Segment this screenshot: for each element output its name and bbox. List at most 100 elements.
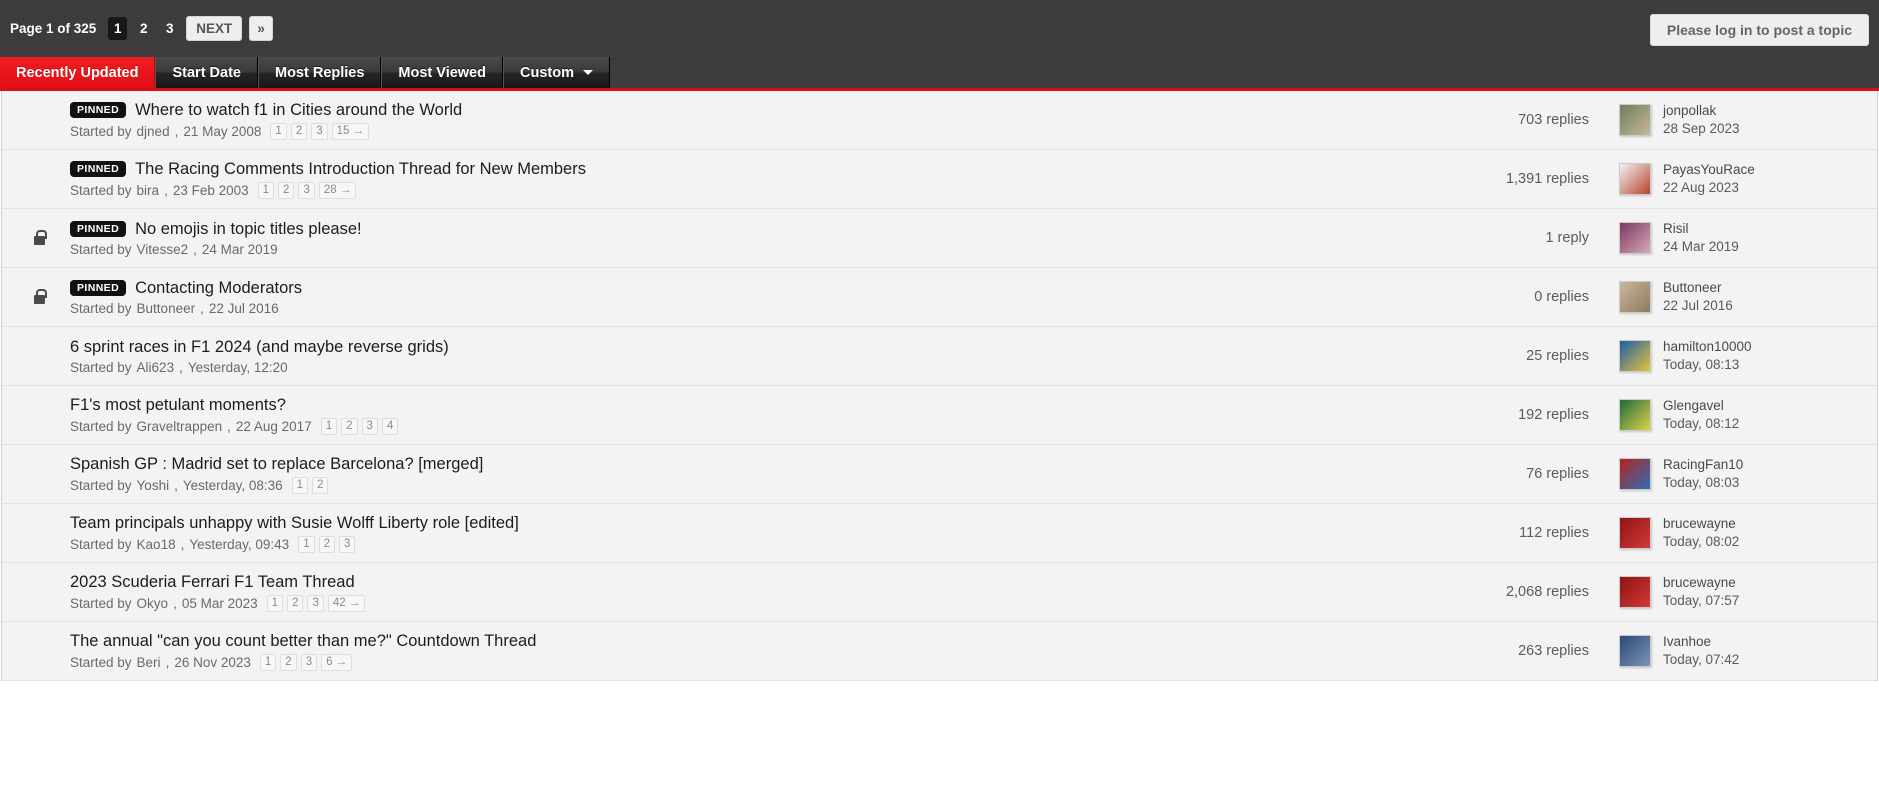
topic-page-link[interactable]: 1	[266, 594, 284, 612]
table-row[interactable]: Spanish GP : Madrid set to replace Barce…	[2, 445, 1877, 504]
started-by-label: Started by	[70, 182, 132, 198]
topic-page-link[interactable]: 3	[339, 535, 356, 553]
last-poster-link[interactable]: PayasYouRace	[1663, 161, 1755, 179]
last-poster-link[interactable]: jonpollak	[1663, 102, 1740, 120]
topic-page-link[interactable]: 3	[298, 181, 315, 199]
table-row[interactable]: PINNED No emojis in topic titles please! S…	[2, 209, 1877, 268]
last-post-date: 28 Sep 2023	[1663, 121, 1740, 136]
topic-page-link[interactable]: 42 →	[327, 594, 366, 612]
topic-author-link[interactable]: Kao18	[137, 537, 176, 552]
topic-page-link[interactable]: 4	[381, 417, 399, 435]
topic-title-link[interactable]: Where to watch f1 in Cities around the W…	[135, 101, 462, 120]
topic-title-link[interactable]: The Racing Comments Introduction Thread …	[135, 160, 586, 179]
tab-most-replies[interactable]: Most Replies	[257, 57, 382, 88]
topic-page-link[interactable]: 1	[320, 417, 338, 435]
tab-custom[interactable]: Custom	[502, 57, 610, 88]
last-poster-link[interactable]: Glengavel	[1663, 397, 1739, 415]
topic-page-link[interactable]: 2	[280, 653, 297, 671]
avatar[interactable]	[1619, 340, 1651, 372]
last-post-column: Ivanhoe Today, 07:42	[1619, 633, 1877, 669]
topic-author-link[interactable]: bira	[137, 183, 160, 198]
page-button-3[interactable]: 3	[160, 17, 179, 40]
topic-page-link[interactable]: 1	[259, 653, 277, 671]
topic-page-link[interactable]: 2	[312, 476, 329, 494]
topic-author-link[interactable]: Okyo	[137, 596, 169, 611]
topic-title-link[interactable]: Contacting Moderators	[135, 279, 302, 298]
page-button-2[interactable]: 2	[134, 17, 153, 40]
last-poster-link[interactable]: Buttoneer	[1663, 279, 1733, 297]
pinned-badge: PINNED	[70, 279, 127, 297]
last-page-button[interactable]: »	[249, 16, 273, 41]
last-poster-link[interactable]: Risil	[1663, 220, 1739, 238]
topic-page-link[interactable]: 1	[257, 181, 275, 199]
login-to-post-button[interactable]: Please log in to post a topic	[1649, 14, 1869, 46]
avatar-image	[1620, 518, 1650, 548]
topic-page-link[interactable]: 2	[287, 594, 304, 612]
tab-recently-updated[interactable]: Recently Updated	[0, 57, 156, 88]
topic-page-link[interactable]: 3	[300, 653, 318, 671]
last-poster-link[interactable]: hamilton10000	[1663, 338, 1752, 356]
table-row[interactable]: PINNED Contacting Moderators Started by But…	[2, 268, 1877, 327]
topic-title-link[interactable]: 6 sprint races in F1 2024 (and maybe rev…	[70, 338, 449, 357]
next-page-button[interactable]: NEXT	[186, 16, 243, 41]
topic-author-link[interactable]: Graveltrappen	[137, 419, 223, 434]
topic-page-link[interactable]: 2	[290, 122, 308, 140]
tab-most-viewed[interactable]: Most Viewed	[381, 57, 503, 88]
topic-page-link[interactable]: 2	[318, 535, 335, 553]
last-poster-link[interactable]: Ivanhoe	[1663, 633, 1739, 651]
topic-title-link[interactable]: No emojis in topic titles please!	[135, 220, 362, 239]
avatar[interactable]	[1619, 399, 1651, 431]
topic-title-link[interactable]: 2023 Scuderia Ferrari F1 Team Thread	[70, 573, 355, 592]
avatar[interactable]	[1619, 458, 1651, 490]
topic-title-link[interactable]: Spanish GP : Madrid set to replace Barce…	[70, 455, 483, 474]
started-by-label: Started by	[70, 418, 132, 434]
meta-separator: ,	[227, 418, 231, 434]
topic-page-link[interactable]: 1	[298, 535, 315, 553]
table-row[interactable]: F1's most petulant moments? Started by Gra…	[2, 386, 1877, 445]
avatar[interactable]	[1619, 576, 1651, 608]
topic-author-link[interactable]: Vitesse2	[137, 242, 189, 257]
table-row[interactable]: PINNED The Racing Comments Introduction T…	[2, 150, 1877, 209]
topic-author-link[interactable]: Buttoneer	[137, 301, 196, 316]
topic-main-column: PINNED The Racing Comments Introduction T…	[68, 160, 1506, 199]
page-count-label: Page 1 of 325	[10, 21, 97, 36]
avatar-image	[1620, 636, 1650, 666]
table-row[interactable]: Team principals unhappy with Susie Wolff…	[2, 504, 1877, 563]
topic-author-link[interactable]: Yoshi	[137, 478, 170, 493]
topic-author-link[interactable]: Beri	[137, 655, 161, 670]
topic-page-link[interactable]: 2	[341, 417, 358, 435]
last-post-column: Glengavel Today, 08:12	[1619, 397, 1877, 433]
topic-title-link[interactable]: The annual "can you count better than me…	[70, 632, 536, 651]
topic-page-link[interactable]: 28 →	[318, 181, 357, 199]
topic-page-link[interactable]: 15 →	[331, 122, 370, 140]
avatar[interactable]	[1619, 281, 1651, 313]
topic-title-link[interactable]: F1's most petulant moments?	[70, 396, 286, 415]
avatar-image	[1620, 341, 1650, 371]
topic-page-link[interactable]: 1	[291, 476, 309, 494]
topic-author-link[interactable]: djned	[137, 124, 170, 139]
avatar[interactable]	[1619, 163, 1651, 195]
last-poster-link[interactable]: RacingFan10	[1663, 456, 1743, 474]
topic-title-link[interactable]: Team principals unhappy with Susie Wolff…	[70, 514, 519, 533]
avatar[interactable]	[1619, 517, 1651, 549]
topic-page-link[interactable]: 3	[311, 122, 328, 140]
topic-page-link[interactable]: 3	[361, 417, 378, 435]
table-row[interactable]: 6 sprint races in F1 2024 (and maybe rev…	[2, 327, 1877, 386]
table-row[interactable]: 2023 Scuderia Ferrari F1 Team Thread Star…	[2, 563, 1877, 622]
avatar-image	[1620, 459, 1650, 489]
topic-author-link[interactable]: Ali623	[137, 360, 175, 375]
topic-page-link[interactable]: 6 →	[321, 653, 353, 671]
tab-start-date[interactable]: Start Date	[155, 57, 258, 88]
table-row[interactable]: PINNED Where to watch f1 in Cities around…	[2, 91, 1877, 150]
avatar[interactable]	[1619, 104, 1651, 136]
last-poster-link[interactable]: brucewayne	[1663, 515, 1739, 533]
topic-page-link[interactable]: 2	[278, 181, 295, 199]
page-button-1[interactable]: 1	[108, 17, 128, 40]
topic-page-link[interactable]: 1	[270, 122, 287, 140]
table-row[interactable]: The annual "can you count better than me…	[2, 622, 1877, 681]
topic-main-column: The annual "can you count better than me…	[68, 632, 1518, 671]
last-poster-link[interactable]: brucewayne	[1663, 574, 1739, 592]
avatar[interactable]	[1619, 222, 1651, 254]
avatar[interactable]	[1619, 635, 1651, 667]
topic-page-link[interactable]: 3	[307, 594, 324, 612]
